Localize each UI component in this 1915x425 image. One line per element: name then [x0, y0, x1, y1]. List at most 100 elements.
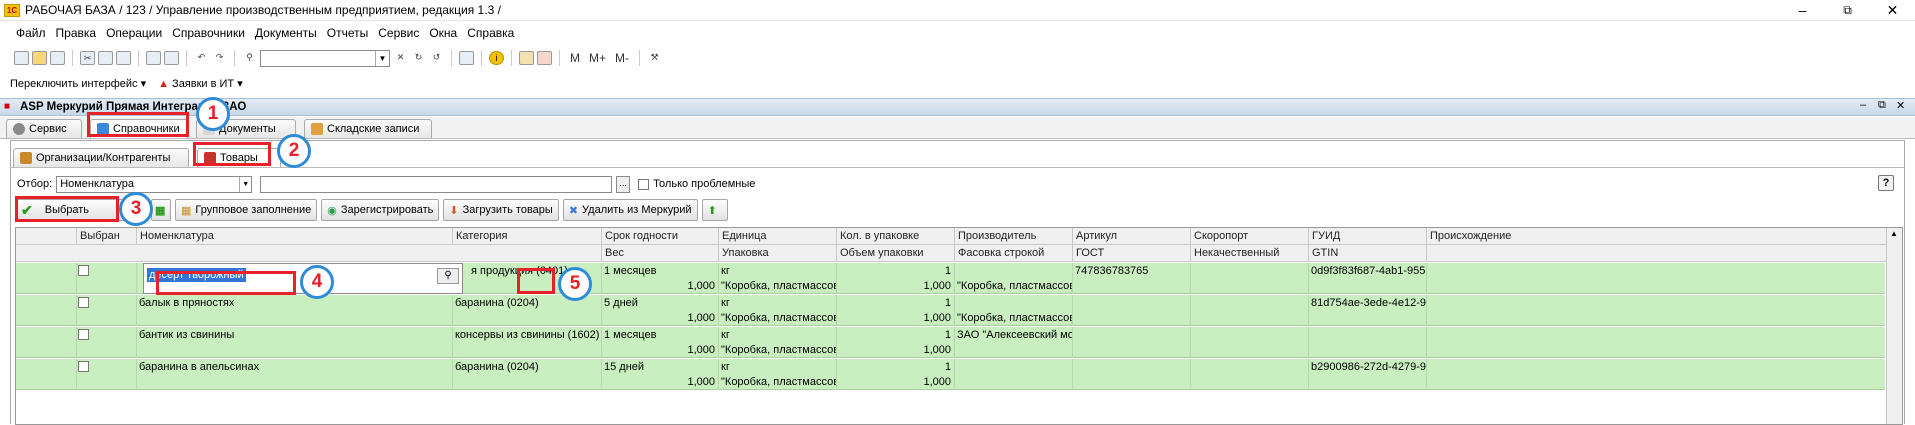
- find-next-icon[interactable]: ↻: [411, 51, 426, 65]
- cell-pack-volume: 1,000: [923, 376, 951, 388]
- annotation-box: [156, 271, 296, 295]
- open-icon[interactable]: [32, 51, 47, 65]
- cut-icon[interactable]: ✂: [80, 51, 95, 65]
- header-nomenclature[interactable]: Номенклатура: [136, 228, 452, 245]
- undo-icon[interactable]: ↶: [194, 51, 209, 65]
- header-pack-volume[interactable]: Объем упаковки: [836, 245, 954, 262]
- menu-service[interactable]: Сервис: [378, 26, 419, 40]
- cell-shelf-life: 15 дней: [604, 361, 645, 373]
- minimize-icon[interactable]: –: [1780, 0, 1825, 21]
- search-icon[interactable]: ⚲: [242, 51, 257, 65]
- menu-documents[interactable]: Документы: [255, 26, 317, 40]
- header-pack-qty[interactable]: Кол. в упаковке: [836, 228, 954, 245]
- delete-mercury-button[interactable]: ✖ Удалить из Меркурий: [562, 199, 698, 221]
- header-cell: [16, 245, 601, 262]
- cell-shelf-life: 5 дней: [604, 297, 638, 309]
- subwindow-restore-icon[interactable]: ⧉: [1878, 99, 1886, 112]
- tab-warehouse[interactable]: Складские записи: [304, 119, 432, 138]
- new-icon[interactable]: [14, 51, 29, 65]
- header-perishable[interactable]: Скоропорт: [1190, 228, 1308, 245]
- find-prev-icon[interactable]: ↺: [429, 51, 444, 65]
- only-problem-checkbox[interactable]: [638, 178, 650, 190]
- copy-icon[interactable]: [98, 51, 113, 65]
- column-line: [1190, 327, 1191, 358]
- table-row[interactable]: десерт творожный ⚲ я продукция (0401) 1 …: [16, 263, 1885, 294]
- restore-icon[interactable]: ⧉: [1825, 0, 1870, 21]
- header-producer[interactable]: Производитель: [954, 228, 1072, 245]
- menu-catalogs[interactable]: Справочники: [172, 26, 245, 40]
- header-gtin[interactable]: GTIN: [1308, 245, 1426, 262]
- header-unit[interactable]: Единица: [718, 228, 836, 245]
- info-icon[interactable]: i: [489, 51, 504, 65]
- column-line: [76, 263, 77, 294]
- scroll-up-icon[interactable]: ▲: [1890, 229, 1898, 238]
- separator: [451, 50, 452, 66]
- header-pack[interactable]: Упаковка: [718, 245, 836, 262]
- row-checkbox[interactable]: [78, 297, 89, 308]
- help-button[interactable]: ?: [1878, 175, 1894, 191]
- subwindow-close-icon[interactable]: ✕: [1896, 99, 1905, 112]
- header-origin[interactable]: Происхождение: [1426, 228, 1885, 245]
- separator: [511, 50, 512, 66]
- filter-select[interactable]: Номенклатура ▼: [56, 175, 253, 193]
- chevron-down-icon[interactable]: ▼: [239, 176, 251, 192]
- tab-service[interactable]: Сервис: [6, 119, 82, 138]
- memory-button[interactable]: M: [570, 51, 580, 65]
- header-pack-string[interactable]: Фасовка строкой: [954, 245, 1072, 262]
- header-weight[interactable]: Вес: [601, 245, 718, 262]
- it-requests-button[interactable]: ▲ Заявки в ИТ ▾: [158, 77, 243, 90]
- print-icon[interactable]: [146, 51, 161, 65]
- header-article[interactable]: Артикул: [1072, 228, 1190, 245]
- memory-plus-button[interactable]: M+: [589, 51, 606, 65]
- menu-operations[interactable]: Операции: [106, 26, 162, 40]
- table-row[interactable]: балык в пряностях баранина (0204) 5 дней…: [16, 295, 1885, 326]
- load-goods-button[interactable]: ⬇ Загрузить товары: [443, 199, 559, 221]
- table-row[interactable]: бантик из свинины консервы из свинины (1…: [16, 327, 1885, 358]
- windows-icon[interactable]: [459, 51, 474, 65]
- header-selected[interactable]: Выбран: [76, 228, 136, 245]
- row-checkbox[interactable]: [78, 329, 89, 340]
- filter-value-input[interactable]: [260, 175, 613, 193]
- register-button[interactable]: ◉ Зарегистрировать: [321, 199, 440, 221]
- separator: [72, 50, 73, 66]
- row-checkbox[interactable]: [78, 361, 89, 372]
- row-checkbox[interactable]: [78, 265, 89, 276]
- cell-pack-qty: 1: [944, 329, 951, 341]
- annotation-box: [517, 268, 555, 294]
- table-row[interactable]: баранина в апельсинах баранина (0204) 15…: [16, 359, 1885, 390]
- vertical-scrollbar[interactable]: ▲: [1886, 228, 1902, 424]
- paste-icon[interactable]: [116, 51, 131, 65]
- subwindow-minimize-icon[interactable]: –: [1860, 99, 1866, 111]
- upload-button[interactable]: ⬆: [701, 199, 728, 221]
- search-combo[interactable]: ▼: [260, 49, 390, 67]
- switch-interface-button[interactable]: Переключить интерфейс ▾: [10, 77, 146, 90]
- add-row-button[interactable]: ▦: [151, 199, 171, 221]
- menu-windows[interactable]: Окна: [429, 26, 457, 40]
- group-fill-button[interactable]: ▦ Групповое заполнение: [175, 199, 318, 221]
- preview-icon[interactable]: [164, 51, 179, 65]
- header-gost[interactable]: ГОСТ: [1072, 245, 1190, 262]
- chevron-down-icon[interactable]: ▼: [375, 50, 389, 66]
- memory-minus-button[interactable]: M-: [615, 51, 629, 65]
- step-badge: 2: [277, 134, 311, 168]
- step-badge: 1: [196, 97, 230, 131]
- save-icon[interactable]: [50, 51, 65, 65]
- step-badge: 5: [558, 267, 592, 301]
- menu-reports[interactable]: Отчеты: [327, 26, 368, 40]
- header-low-quality[interactable]: Некачественный: [1190, 245, 1308, 262]
- tab-organizations[interactable]: Организации/Контрагенты: [13, 148, 189, 167]
- header-guid[interactable]: ГУИД: [1308, 228, 1426, 245]
- column-line: [1190, 295, 1191, 326]
- redo-icon[interactable]: ↷: [212, 51, 227, 65]
- calendar-icon[interactable]: [537, 51, 552, 65]
- calculator-icon[interactable]: [519, 51, 534, 65]
- header-category[interactable]: Категория: [452, 228, 601, 245]
- filter-select-button[interactable]: ...: [616, 175, 631, 193]
- close-icon[interactable]: ✕: [1870, 0, 1915, 21]
- clear-search-icon[interactable]: ✕: [393, 51, 408, 65]
- menu-help[interactable]: Справка: [467, 26, 514, 40]
- search-icon[interactable]: ⚲: [437, 268, 459, 284]
- menu-edit[interactable]: Правка: [56, 26, 97, 40]
- menu-file[interactable]: Файл: [16, 26, 46, 40]
- tools-icon[interactable]: ⚒: [647, 51, 662, 65]
